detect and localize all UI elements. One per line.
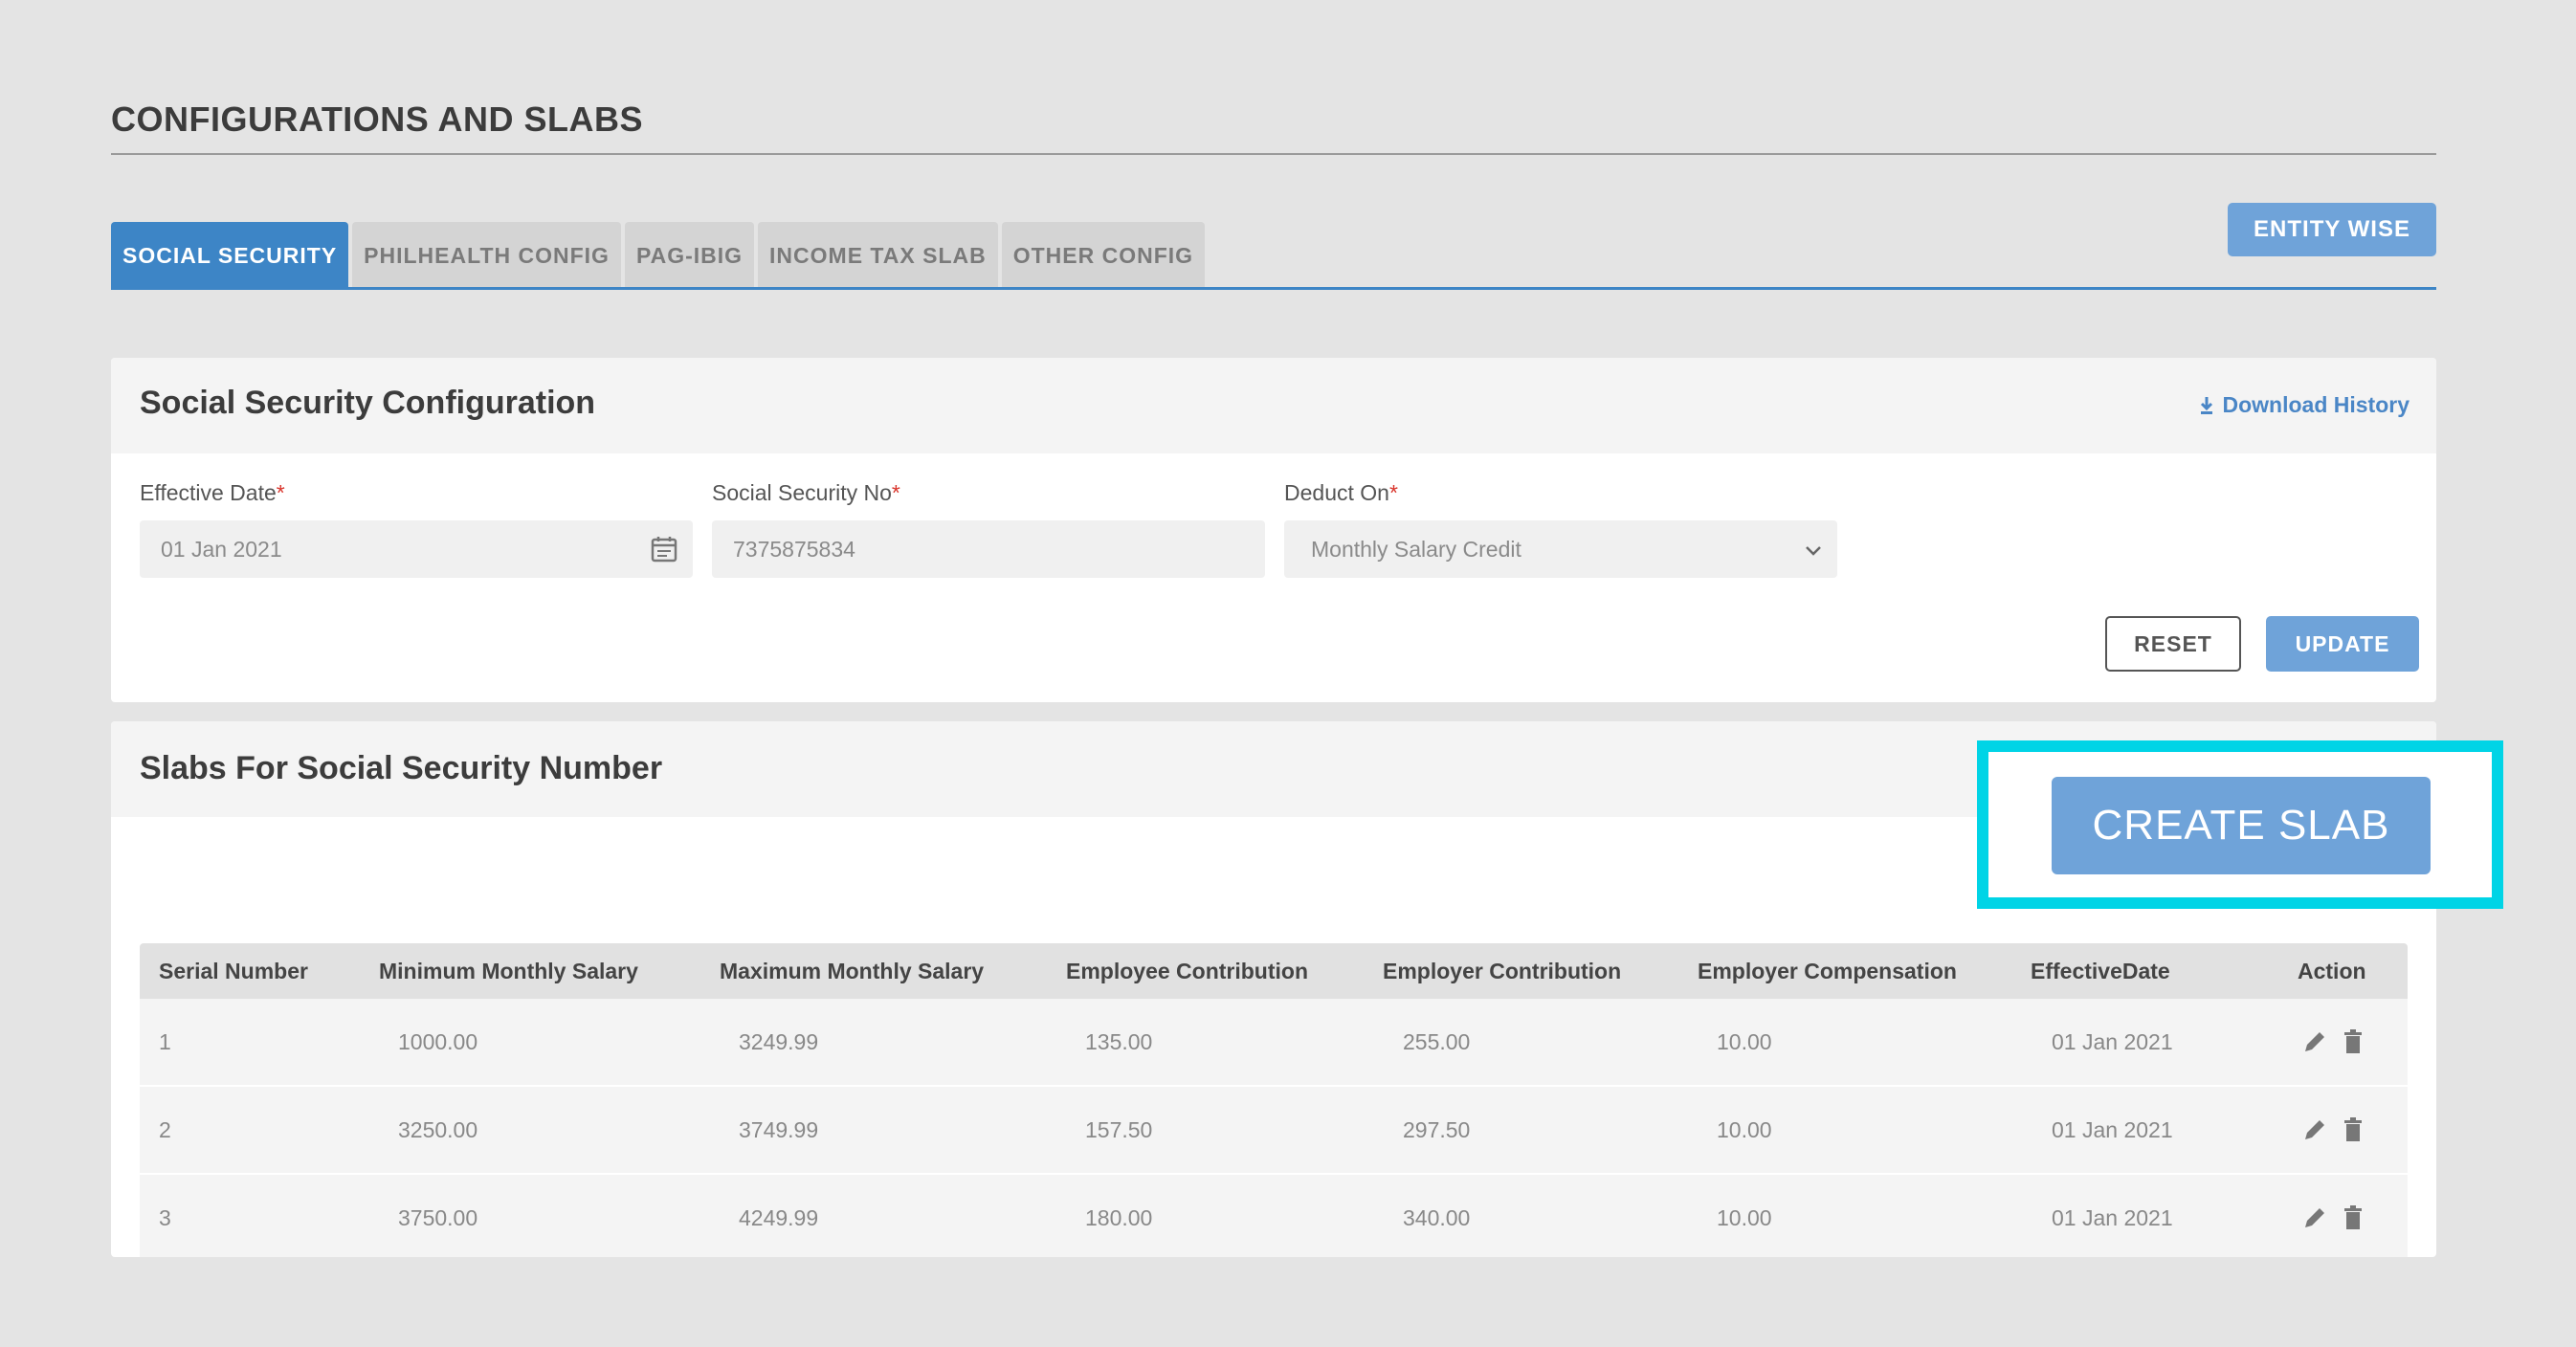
- cell-employee-contribution: 180.00: [1085, 1205, 1153, 1230]
- cell-serial: 2: [159, 1117, 171, 1142]
- cell-effective-date: 01 Jan 2021: [2052, 1029, 2173, 1054]
- cell-employer-contribution: 255.00: [1403, 1029, 1471, 1054]
- chevron-down-icon: [1806, 546, 1821, 556]
- cell-employer-compensation: 10.00: [1717, 1205, 1772, 1230]
- col-employer-contribution: Employer Contribution: [1383, 959, 1622, 983]
- trash-icon[interactable]: [2339, 1027, 2367, 1056]
- cell-effective-date: 01 Jan 2021: [2052, 1117, 2173, 1142]
- deduct-on-value: Monthly Salary Credit: [1311, 536, 1521, 562]
- table-row: 3 3750.00 4249.99 180.00 340.00 10.00 01…: [140, 1175, 2408, 1257]
- calendar-icon[interactable]: [649, 534, 679, 564]
- col-employee-contribution: Employee Contribution: [1066, 959, 1308, 983]
- col-min-monthly-salary: Minimum Monthly Salary: [379, 959, 638, 983]
- slabs-card-title: Slabs For Social Security Number: [140, 750, 663, 786]
- cell-max-salary: 4249.99: [739, 1205, 819, 1230]
- table-row: 1 1000.00 3249.99 135.00 255.00 10.00 01…: [140, 999, 2408, 1085]
- cell-max-salary: 3749.99: [739, 1117, 819, 1142]
- title-divider: [111, 153, 2436, 155]
- download-icon: [2201, 396, 2213, 414]
- cell-employee-contribution: 135.00: [1085, 1029, 1153, 1054]
- update-button[interactable]: UPDATE: [2266, 616, 2419, 672]
- entity-wise-button[interactable]: ENTITY WISE: [2228, 203, 2436, 256]
- config-card-title: Social Security Configuration: [140, 385, 596, 421]
- page-title: CONFIGURATIONS AND SLABS: [111, 99, 643, 139]
- tab-social-security[interactable]: SOCIAL SECURITY: [111, 222, 349, 289]
- download-history-label: Download History: [2222, 392, 2409, 417]
- deduct-on-label: Deduct On*: [1284, 480, 1398, 505]
- cell-min-salary: 1000.00: [398, 1029, 478, 1054]
- config-card: Social Security Configuration Download H…: [111, 358, 2436, 702]
- cell-effective-date: 01 Jan 2021: [2052, 1205, 2173, 1230]
- cell-serial: 3: [159, 1205, 171, 1230]
- cell-employer-contribution: 340.00: [1403, 1205, 1471, 1230]
- effective-date-field[interactable]: 01 Jan 2021: [140, 520, 693, 578]
- reset-button[interactable]: RESET: [2105, 616, 2241, 672]
- trash-icon[interactable]: [2339, 1203, 2367, 1232]
- download-history-link[interactable]: Download History: [2199, 392, 2409, 418]
- tab-pag-ibig[interactable]: PAG-IBIG: [624, 222, 755, 289]
- pencil-icon[interactable]: [2300, 1115, 2329, 1144]
- page: CONFIGURATIONS AND SLABS SOCIAL SECURITY…: [0, 0, 2576, 1347]
- pencil-icon[interactable]: [2300, 1027, 2329, 1056]
- cell-serial: 1: [159, 1029, 171, 1054]
- cell-employee-contribution: 157.50: [1085, 1117, 1153, 1142]
- trash-icon[interactable]: [2339, 1115, 2367, 1144]
- effective-date-value: 01 Jan 2021: [161, 536, 282, 562]
- col-serial-number: Serial Number: [159, 959, 308, 983]
- effective-date-label: Effective Date*: [140, 480, 285, 505]
- tab-underline: [111, 287, 2436, 290]
- tab-other-config[interactable]: OTHER CONFIG: [1001, 222, 1206, 289]
- cell-employer-compensation: 10.00: [1717, 1029, 1772, 1054]
- cell-employer-contribution: 297.50: [1403, 1117, 1471, 1142]
- deduct-on-select[interactable]: Monthly Salary Credit: [1284, 520, 1837, 578]
- tab-philhealth-config[interactable]: PHILHEALTH CONFIG: [352, 222, 621, 289]
- slabs-table: Serial Number Minimum Monthly Salary Max…: [140, 943, 2408, 1257]
- ss-no-value: 7375875834: [733, 536, 855, 562]
- col-effective-date: EffectiveDate: [2031, 959, 2170, 983]
- table-row: 2 3250.00 3749.99 157.50 297.50 10.00 01…: [140, 1087, 2408, 1173]
- table-header: Serial Number Minimum Monthly Salary Max…: [140, 943, 2408, 999]
- tab-income-tax-slab[interactable]: INCOME TAX SLAB: [758, 222, 998, 289]
- create-slab-button[interactable]: CREATE SLAB: [2052, 777, 2431, 874]
- pencil-icon[interactable]: [2300, 1203, 2329, 1232]
- col-max-monthly-salary: Maximum Monthly Salary: [720, 959, 985, 983]
- col-action: Action: [2298, 959, 2366, 983]
- cell-min-salary: 3250.00: [398, 1117, 478, 1142]
- col-employer-compensation: Employer Compensation: [1698, 959, 1957, 983]
- ss-no-field[interactable]: 7375875834: [712, 520, 1265, 578]
- cell-min-salary: 3750.00: [398, 1205, 478, 1230]
- cell-max-salary: 3249.99: [739, 1029, 819, 1054]
- ss-no-label: Social Security No*: [712, 480, 900, 505]
- cell-employer-compensation: 10.00: [1717, 1117, 1772, 1142]
- config-card-header: Social Security Configuration Download H…: [111, 358, 2436, 453]
- tab-bar: SOCIAL SECURITY PHILHEALTH CONFIG PAG-IB…: [111, 222, 1209, 289]
